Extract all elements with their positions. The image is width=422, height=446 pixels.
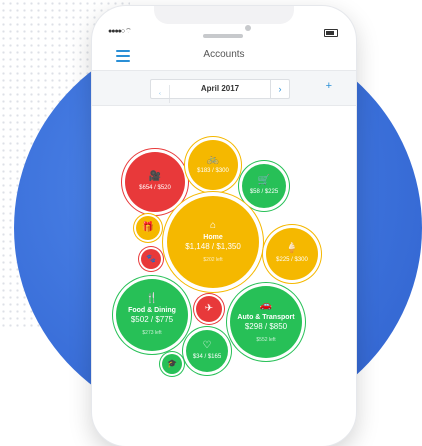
bubble-gifts[interactable]: 🎁 bbox=[136, 216, 160, 240]
bubble-dining-out[interactable]: 🎥 $654 / $520 bbox=[125, 152, 185, 212]
bubble-amount: $654 / $520 bbox=[139, 184, 171, 191]
battery-icon bbox=[324, 29, 338, 37]
app-header: Accounts bbox=[92, 44, 356, 70]
month-selector: ‹ April 2017 › bbox=[150, 79, 290, 103]
bubble-label: Auto & Transport bbox=[237, 314, 295, 321]
status-bar: ●●●●○ ⌔ bbox=[102, 27, 346, 37]
bubble-label: Food & Dining bbox=[128, 307, 176, 314]
bicycle-icon: 🚲 bbox=[206, 153, 220, 165]
phone-frame: ●●●●○ ⌔ Accounts ‹ April 2017 › + 🎥 $654… bbox=[92, 6, 356, 446]
bubble-amount: $502 / $775 bbox=[130, 315, 174, 325]
graduation-cap-icon: 🎓 bbox=[167, 359, 177, 368]
bubble-amount: $183 / $300 bbox=[197, 167, 229, 174]
month-label: April 2017 bbox=[200, 84, 240, 93]
paw-icon: 🐾 bbox=[146, 254, 156, 263]
bubble-remaining: $273 left bbox=[142, 329, 162, 336]
bubble-amount: $298 / $850 bbox=[244, 322, 288, 332]
bubble-home[interactable]: ⌂ Home $1,148 / $1,350 $202 left bbox=[167, 196, 259, 288]
prev-month-button[interactable]: ‹ bbox=[151, 85, 170, 103]
heartbeat-icon: ♡ bbox=[202, 339, 212, 351]
bubble-amount: $58 / $225 bbox=[249, 188, 279, 195]
cart-icon: 🛒 bbox=[257, 174, 271, 186]
next-month-button[interactable]: › bbox=[270, 80, 289, 98]
bubble-ice-cream[interactable]: 🍦 $225 / $300 bbox=[266, 228, 318, 280]
car-icon: 🚗 bbox=[259, 300, 273, 311]
bubble-label: Home bbox=[203, 234, 223, 241]
gift-icon: 🎁 bbox=[141, 222, 155, 233]
signal-icon: ●●●●○ ⌔ bbox=[108, 28, 132, 35]
ice-cream-icon: 🍦 bbox=[285, 242, 299, 254]
bubble-education[interactable]: 🎓 bbox=[162, 354, 182, 374]
bubble-remaining: $552 left bbox=[256, 336, 276, 343]
plane-icon: ✈ bbox=[204, 303, 214, 314]
date-bar: ‹ April 2017 › + bbox=[92, 70, 356, 106]
add-button[interactable]: + bbox=[326, 80, 332, 92]
bubble-amount: $34 / $165 bbox=[192, 353, 222, 360]
utensils-icon: 🍴 bbox=[145, 293, 159, 304]
bubble-auto-transport[interactable]: 🚗 Auto & Transport $298 / $850 $552 left bbox=[230, 286, 302, 358]
bubble-travel[interactable]: ✈ bbox=[196, 296, 222, 322]
phone-notch bbox=[154, 6, 294, 24]
bubble-remaining: $202 left bbox=[203, 256, 223, 263]
bubble-bikes[interactable]: 🚲 $183 / $300 bbox=[188, 140, 238, 190]
page-title: Accounts bbox=[203, 49, 245, 60]
house-icon: ⌂ bbox=[209, 220, 217, 231]
bubble-pets[interactable]: 🐾 bbox=[141, 249, 161, 269]
bubble-shopping[interactable]: 🛒 $58 / $225 bbox=[242, 164, 286, 208]
bubble-food-dining[interactable]: 🍴 Food & Dining $502 / $775 $273 left bbox=[116, 279, 188, 351]
bubble-health[interactable]: ♡ $34 / $165 bbox=[186, 330, 228, 372]
bubble-amount: $1,148 / $1,350 bbox=[185, 242, 241, 252]
camera-icon: 🎥 bbox=[148, 170, 162, 182]
bubble-amount: $225 / $300 bbox=[276, 256, 308, 263]
